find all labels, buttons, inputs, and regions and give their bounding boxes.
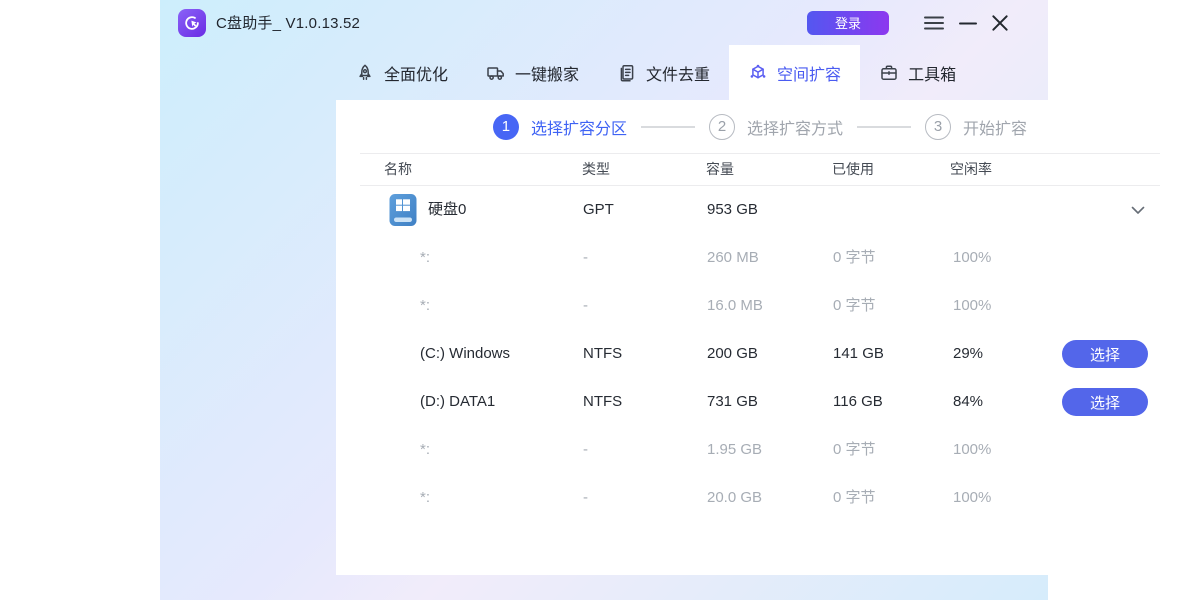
tab-expand[interactable]: 空间扩容 — [729, 45, 860, 100]
column-header: 类型 — [582, 154, 610, 185]
cell-type: - — [583, 282, 588, 330]
cell-free-rate: 100% — [953, 426, 991, 474]
cell-used: 141 GB — [833, 330, 884, 378]
tab-label: 工具箱 — [908, 61, 956, 85]
cell-capacity: 260 MB — [707, 234, 759, 282]
tab-label: 空间扩容 — [777, 61, 841, 85]
tab-label: 全面优化 — [384, 61, 448, 85]
cell-used: 116 GB — [833, 378, 883, 426]
cell-free-rate: 100% — [953, 474, 991, 522]
partition-name: *: — [420, 282, 430, 330]
partition-name: *: — [420, 426, 430, 474]
step-label: 选择扩容分区 — [531, 115, 627, 139]
cell-capacity: 200 GB — [707, 330, 758, 378]
tab-optimize[interactable]: 全面优化 — [336, 45, 467, 100]
truck-icon — [486, 63, 506, 83]
document-icon — [617, 63, 637, 83]
cell-free-rate: 29% — [953, 330, 983, 378]
tab-bar: 全面优化 一键搬家 文件去重 空间扩容 工具箱 — [336, 45, 975, 100]
content-card: 1 选择扩容分区 2 选择扩容方式 3 开始扩容 名称 类型 容量 已使用 空闲率 硬盘0 GPT 9… — [336, 100, 1184, 575]
tab-label: 文件去重 — [646, 61, 710, 85]
step-number-badge: 1 — [493, 114, 519, 140]
partition-row: *: - 16.0 MB 0 字节 100% — [336, 282, 1184, 330]
step-1: 1 选择扩容分区 — [493, 114, 627, 140]
cell-type: NTFS — [583, 378, 622, 426]
toolbox-icon — [879, 63, 899, 83]
column-header: 空闲率 — [950, 154, 992, 185]
step-label: 选择扩容方式 — [747, 115, 843, 139]
stepper-connector — [857, 126, 911, 128]
menu-icon[interactable] — [923, 14, 945, 32]
partition-name: (D:) DATA1 — [420, 378, 495, 426]
close-icon[interactable] — [990, 13, 1010, 33]
cell-capacity: 731 GB — [707, 378, 758, 426]
cell-type: - — [583, 474, 588, 522]
cell-type: - — [583, 234, 588, 282]
column-header: 容量 — [706, 154, 734, 185]
step-3: 3 开始扩容 — [925, 114, 1027, 140]
step-2: 2 选择扩容方式 — [709, 114, 843, 140]
cell-capacity: 953 GB — [707, 186, 758, 234]
step-number-badge: 2 — [709, 114, 735, 140]
tab-label: 一键搬家 — [515, 61, 579, 85]
partition-name: (C:) Windows — [420, 330, 510, 378]
cell-type: - — [583, 426, 588, 474]
cell-free-rate: 100% — [953, 234, 991, 282]
disk-name: 硬盘0 — [428, 186, 466, 234]
column-header: 已使用 — [832, 154, 874, 185]
table-body: 硬盘0 GPT 953 GB *: - 260 MB 0 字节 100% *: - 16.0 MB 0… — [336, 186, 1184, 522]
app-window: C盘助手_ V1.0.13.52 登录 全面优化一键搬家文件去重空间扩容工具箱 … — [160, 0, 1048, 600]
table-header-row: 名称 类型 容量 已使用 空闲率 — [336, 154, 1184, 185]
cell-free-rate: 100% — [953, 282, 991, 330]
step-label: 开始扩容 — [963, 115, 1027, 139]
tab-toolbox[interactable]: 工具箱 — [860, 45, 975, 100]
tab-move[interactable]: 一键搬家 — [467, 45, 598, 100]
partition-row: (D:) DATA1 NTFS 731 GB 116 GB 84% 选择 — [336, 378, 1184, 426]
title-bar: C盘助手_ V1.0.13.52 登录 — [160, 0, 1048, 45]
cell-capacity: 20.0 GB — [707, 474, 762, 522]
login-button[interactable]: 登录 — [807, 11, 889, 35]
select-partition-button[interactable]: 选择 — [1062, 388, 1148, 416]
cell-capacity: 1.95 GB — [707, 426, 762, 474]
cell-used: 0 字节 — [833, 282, 876, 330]
rocket-icon — [355, 63, 375, 83]
cube-icon — [748, 63, 768, 83]
stepper-connector — [641, 126, 695, 128]
chevron-down-icon[interactable] — [1131, 206, 1145, 215]
step-number-badge: 3 — [925, 114, 951, 140]
partition-name: *: — [420, 234, 430, 282]
column-header: 名称 — [384, 154, 412, 185]
app-title: C盘助手_ V1.0.13.52 — [216, 12, 360, 33]
partition-name: *: — [420, 474, 430, 522]
cell-capacity: 16.0 MB — [707, 282, 763, 330]
select-partition-button[interactable]: 选择 — [1062, 340, 1148, 368]
disk-row: 硬盘0 GPT 953 GB — [336, 186, 1184, 234]
cell-used: 0 字节 — [833, 234, 876, 282]
app-logo-icon — [178, 9, 206, 37]
minimize-icon[interactable] — [959, 14, 977, 32]
cell-type: GPT — [583, 186, 614, 234]
partition-row: *: - 20.0 GB 0 字节 100% — [336, 474, 1184, 522]
cell-used: 0 字节 — [833, 474, 876, 522]
partition-row: *: - 260 MB 0 字节 100% — [336, 234, 1184, 282]
cell-used: 0 字节 — [833, 426, 876, 474]
hard-drive-icon — [388, 193, 418, 227]
cell-free-rate: 84% — [953, 378, 983, 426]
tab-dedupe[interactable]: 文件去重 — [598, 45, 729, 100]
partition-row: *: - 1.95 GB 0 字节 100% — [336, 426, 1184, 474]
wizard-stepper: 1 选择扩容分区 2 选择扩容方式 3 开始扩容 — [336, 100, 1184, 153]
cell-type: NTFS — [583, 330, 622, 378]
partition-row: (C:) Windows NTFS 200 GB 141 GB 29% 选择 — [336, 330, 1184, 378]
